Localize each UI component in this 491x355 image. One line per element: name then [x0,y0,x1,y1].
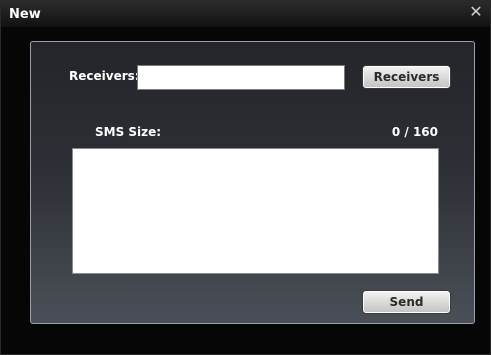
content-panel: Receivers: Receivers SMS Size: 0 / 160 S… [30,41,475,324]
sms-size-label: SMS Size: [95,125,162,139]
receivers-input[interactable] [137,65,345,90]
close-icon[interactable]: ✕ [468,4,484,20]
receivers-button[interactable]: Receivers [362,65,451,89]
send-button[interactable]: Send [362,290,451,314]
receivers-label: Receivers: [69,69,140,83]
message-textarea[interactable] [72,148,439,274]
title-bar[interactable]: New ✕ [1,1,490,27]
sms-char-counter: 0 / 160 [391,125,438,139]
dialog-title: New [9,7,41,22]
new-sms-dialog: New ✕ Receivers: Receivers SMS Size: 0 /… [0,0,491,355]
